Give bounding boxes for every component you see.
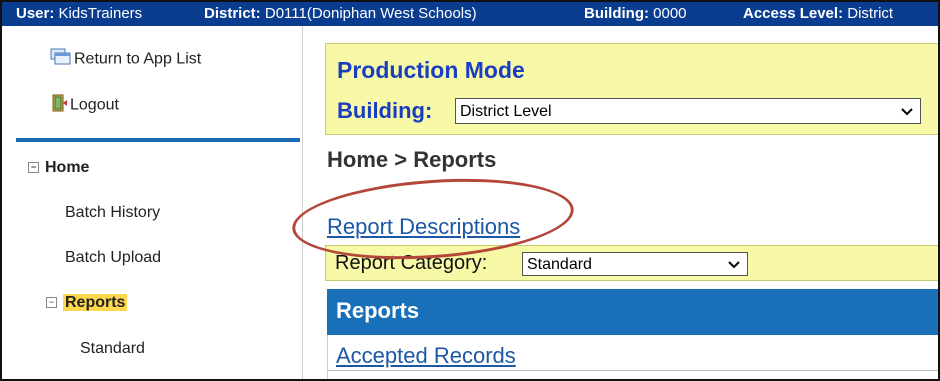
logout-link[interactable]: Logout (52, 94, 119, 117)
collapse-icon[interactable]: − (46, 297, 57, 309)
sidebar-divider (16, 138, 300, 142)
table-row: Accepted Records (327, 335, 938, 379)
session-info-bar: User: KidsTrainers District: D0111(Donip… (2, 2, 938, 26)
access-level-info: Access Level: District (743, 5, 894, 22)
collapse-icon[interactable]: − (28, 162, 39, 174)
app-window: User: KidsTrainers District: D0111(Donip… (0, 0, 940, 381)
report-category-select[interactable]: Standard (522, 252, 748, 276)
sidebar-item-batch-upload[interactable]: Batch Upload (65, 249, 161, 267)
district-info: District: D0111(Doniphan West Schools) (204, 5, 477, 22)
reports-table-header: Reports (327, 289, 938, 335)
production-mode-title: Production Mode (337, 57, 525, 83)
app-windows-icon (50, 48, 72, 71)
building-label: Building: (337, 98, 433, 123)
mode-panel: Production Mode Building: District Level (325, 43, 938, 135)
building-info: Building: 0000 (584, 5, 687, 22)
building-select[interactable]: District Level (455, 98, 921, 124)
logout-door-icon (52, 94, 68, 117)
user-info: User: KidsTrainers (16, 5, 143, 22)
chevron-down-icon (900, 99, 914, 128)
sidebar: Return to App List Logout − Home Batch Hi… (2, 26, 302, 379)
return-to-app-list-link[interactable]: Return to App List (50, 48, 201, 71)
sidebar-item-home[interactable]: − Home (28, 159, 89, 177)
sidebar-border (302, 26, 303, 379)
breadcrumb: Home > Reports (327, 147, 497, 172)
row-divider (327, 370, 938, 371)
sidebar-item-batch-history[interactable]: Batch History (65, 204, 160, 222)
sidebar-item-standard[interactable]: Standard (80, 340, 145, 358)
accepted-records-link[interactable]: Accepted Records (336, 343, 516, 369)
sidebar-item-reports[interactable]: − Reports (46, 294, 128, 312)
chevron-down-icon (727, 253, 741, 280)
